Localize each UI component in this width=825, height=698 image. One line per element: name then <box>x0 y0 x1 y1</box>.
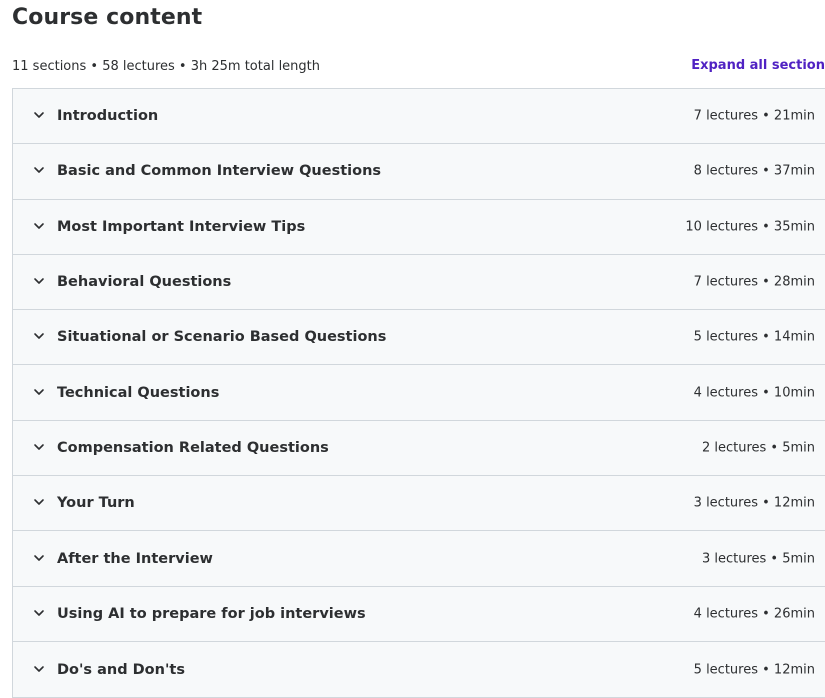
chevron-down-icon <box>33 496 45 508</box>
expand-all-sections-button[interactable]: Expand all section <box>691 58 825 73</box>
chevron-down-icon <box>33 441 45 453</box>
section-meta: 4 lectures • 26min <box>693 606 815 622</box>
section-title: Introduction <box>57 108 159 125</box>
chevron-down-icon <box>33 607 45 619</box>
chevron-down-icon <box>33 663 45 675</box>
course-summary: 11 sections • 58 lectures • 3h 25m total… <box>12 59 321 74</box>
section-row[interactable]: Your Turn 3 lectures • 12min <box>13 476 825 532</box>
chevron-down-icon <box>33 275 45 287</box>
course-summary-row: 11 sections • 58 lectures • 3h 25m total… <box>12 58 825 78</box>
section-row[interactable]: Basic and Common Interview Questions 8 l… <box>13 144 825 200</box>
page-title: Course content <box>12 5 203 30</box>
section-meta: 10 lectures • 35min <box>685 219 815 235</box>
section-title: Basic and Common Interview Questions <box>57 163 382 180</box>
section-meta: 5 lectures • 12min <box>693 662 815 678</box>
section-meta: 5 lectures • 14min <box>693 329 815 345</box>
section-meta: 8 lectures • 37min <box>693 163 815 179</box>
section-title: Compensation Related Questions <box>57 439 329 456</box>
section-title: Using AI to prepare for job interviews <box>57 605 366 622</box>
section-row[interactable]: Technical Questions 4 lectures • 10min <box>13 365 825 421</box>
chevron-down-icon <box>33 330 45 342</box>
section-list: Introduction 7 lectures • 21min Basic an… <box>12 88 825 698</box>
chevron-down-icon <box>33 220 45 232</box>
chevron-down-icon <box>33 552 45 564</box>
section-meta: 3 lectures • 12min <box>693 495 815 511</box>
section-row[interactable]: Introduction 7 lectures • 21min <box>13 89 825 145</box>
section-title: Technical Questions <box>57 384 220 401</box>
section-meta: 7 lectures • 21min <box>693 108 815 124</box>
section-title: Do's and Don'ts <box>57 661 185 678</box>
section-meta: 4 lectures • 10min <box>693 385 815 401</box>
section-title: Situational or Scenario Based Questions <box>57 329 387 346</box>
chevron-down-icon <box>33 109 45 121</box>
section-row[interactable]: Compensation Related Questions 2 lecture… <box>13 420 825 477</box>
section-meta: 7 lectures • 28min <box>693 274 815 290</box>
section-row[interactable]: Behavioral Questions 7 lectures • 28min <box>13 254 825 311</box>
section-row[interactable]: After the Interview 3 lectures • 5min <box>13 531 825 587</box>
section-title: Behavioral Questions <box>57 274 232 291</box>
section-title: Most Important Interview Tips <box>57 218 306 235</box>
section-row[interactable]: Using AI to prepare for job interviews 4… <box>13 586 825 642</box>
section-row[interactable]: Situational or Scenario Based Questions … <box>13 310 825 366</box>
section-title: After the Interview <box>57 550 213 567</box>
section-row[interactable]: Do's and Don'ts 5 lectures • 12min <box>13 641 825 698</box>
section-title: Your Turn <box>57 495 135 512</box>
chevron-down-icon <box>33 164 45 176</box>
section-meta: 2 lectures • 5min <box>701 440 815 456</box>
chevron-down-icon <box>33 386 45 398</box>
section-row[interactable]: Most Important Interview Tips 10 lecture… <box>13 199 825 255</box>
section-meta: 3 lectures • 5min <box>701 551 815 567</box>
